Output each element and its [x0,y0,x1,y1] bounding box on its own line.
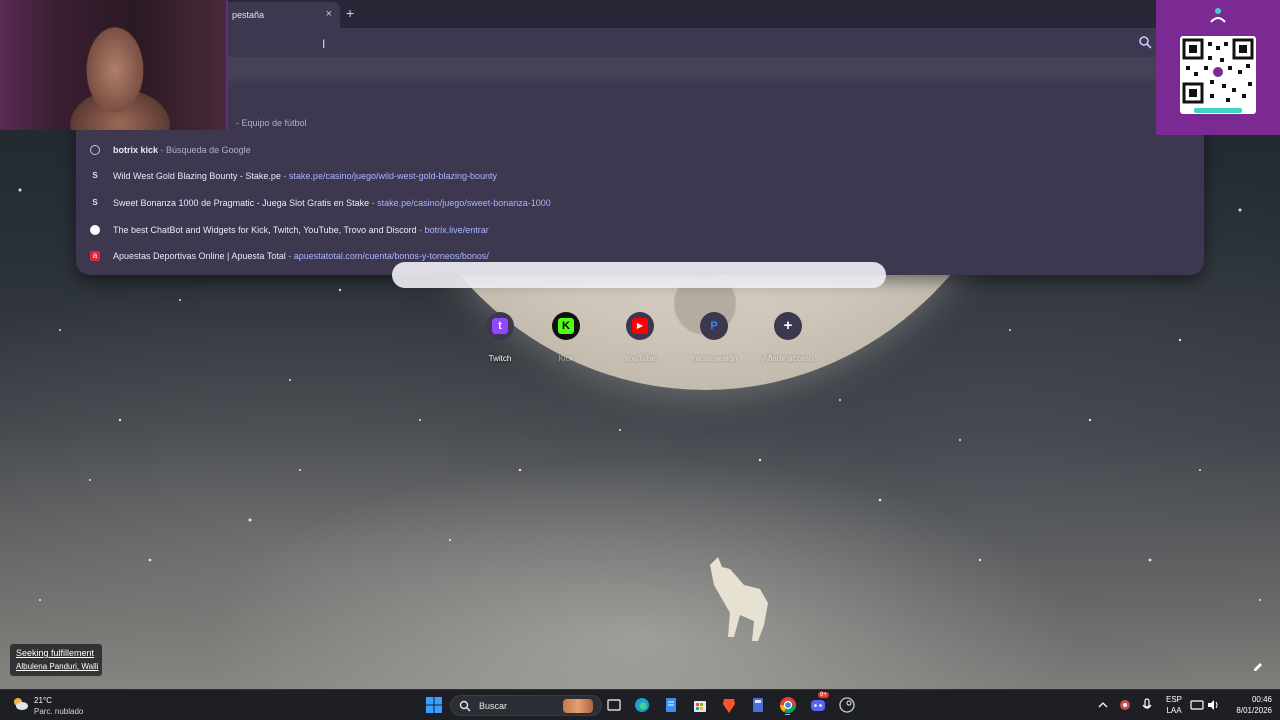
twitch-icon: t [492,318,508,334]
weather-widget[interactable]: 21°C Parc. nublado [12,694,102,718]
chevron-up-icon[interactable] [1095,696,1111,714]
volume-icon[interactable] [1206,696,1220,714]
microphone-icon[interactable] [1139,696,1155,714]
wolf-silhouette [710,557,768,641]
stake-icon: S [92,198,98,207]
shortcut-kick[interactable]: K Kick [536,312,596,368]
ntp-shortcuts: t Twitch K Kick ▶ YouTube P Iniciar sesi… [470,312,813,368]
omnibox-suggestions: - Equipo de fútbol botrix kick - Búsqued… [76,83,1204,275]
windows-taskbar: 21°C Parc. nublado Buscar 9+ ESP LAA 00:… [0,689,1280,720]
song-artist[interactable]: Albulena Panduri, Walli [16,662,98,671]
apuesta-total-icon: a [90,251,100,261]
yape-logo-icon [1210,8,1226,23]
shortcut-paypal[interactable]: P Iniciar sesión [684,312,744,368]
new-tab-button[interactable]: + [346,5,354,21]
suggestion-item[interactable]: S Wild West Gold Blazing Bounty - Stake.… [76,163,1204,189]
store-icon[interactable] [690,695,710,715]
discord-icon[interactable] [808,695,828,715]
search-icon [459,700,471,712]
stake-icon: S [92,171,98,180]
now-playing-toast[interactable]: Seeking fulfillement Albulena Panduri, W… [10,644,102,676]
edge-icon[interactable] [632,695,652,715]
windows-start-icon[interactable] [424,695,444,715]
tab-close-icon[interactable]: × [326,8,332,20]
tab-title: pestaña [232,10,265,20]
language-indicator[interactable]: ESP LAA [1163,694,1185,720]
brave-icon[interactable] [719,695,739,715]
suggestion-item[interactable]: botrix kick - Búsqueda de Google [76,137,1204,163]
paypal-icon: P [710,320,718,332]
plus-icon: + [783,317,793,334]
text-cursor-icon: I [322,37,326,51]
shortcut-add[interactable]: + Añadir acceso [758,312,818,368]
taskbar-search[interactable]: Buscar [450,695,602,716]
lens-search-icon[interactable] [1138,35,1152,49]
browser-tab[interactable]: pestaña × [222,2,340,28]
steam-icon[interactable] [837,695,857,715]
ntp-search-box[interactable] [392,262,886,288]
calculator-icon[interactable] [748,695,768,715]
shortcut-twitch[interactable]: t Twitch [470,312,530,368]
shortcut-youtube[interactable]: ▶ YouTube [610,312,670,368]
customize-pen-icon[interactable] [1252,661,1264,673]
suggestion-item[interactable]: - Equipo de fútbol [76,110,1204,136]
qr-code [1180,36,1256,114]
kick-icon: K [558,318,574,334]
partly-cloudy-icon [14,698,28,710]
search-highlight-image [563,699,593,713]
suggestion-item[interactable]: S Sweet Bonanza 1000 de Pragmatic - Jueg… [76,190,1204,216]
notepad-icon[interactable] [661,695,681,715]
song-title[interactable]: Seeking fulfillement [16,648,94,658]
history-icon [90,145,100,155]
youtube-icon: ▶ [632,318,648,334]
qr-code-panel [1156,0,1280,135]
display-icon[interactable] [1190,696,1204,714]
clock[interactable]: 00:46 8/01/2026 [1222,694,1272,720]
suggestion-item[interactable]: The best ChatBot and Widgets for Kick, T… [76,217,1204,243]
task-view-icon[interactable] [604,695,624,715]
discord-badge: 9+ [818,692,829,698]
webcam-overlay [0,0,228,130]
botrix-icon [90,225,100,235]
chrome-icon[interactable] [778,695,798,715]
obs-tray-icon[interactable] [1117,696,1133,714]
